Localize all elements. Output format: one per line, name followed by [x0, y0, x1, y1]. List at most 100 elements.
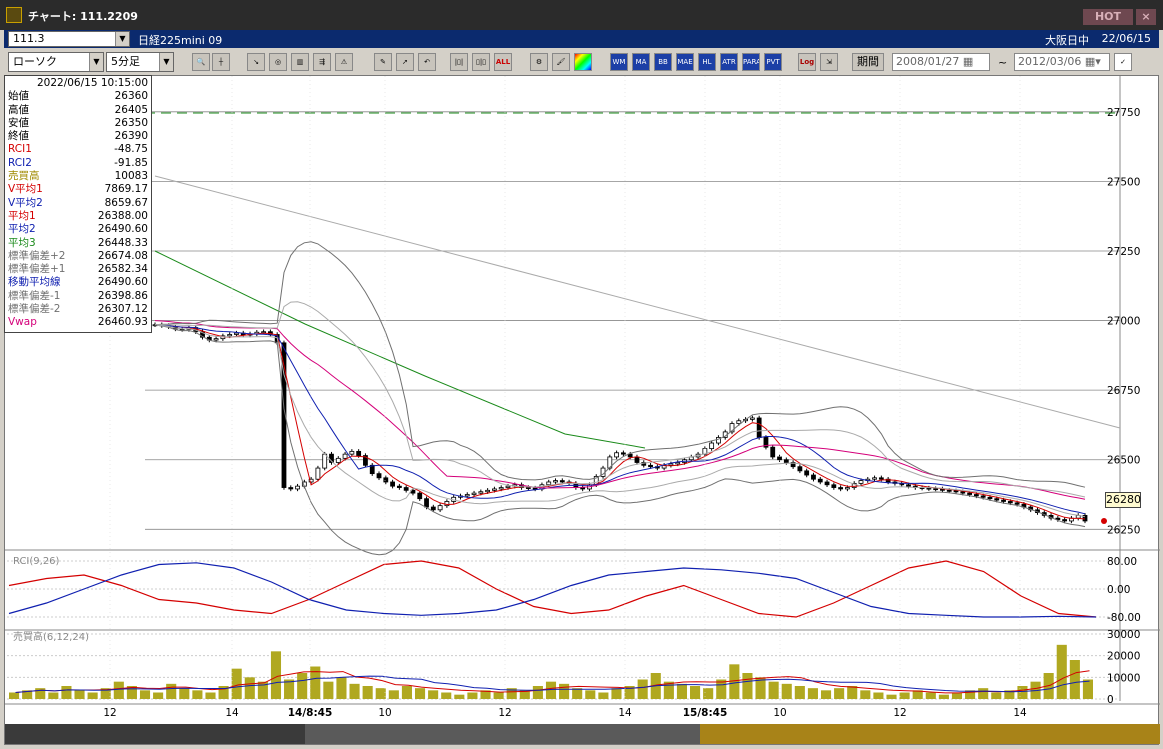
info-value: 26405 [114, 103, 148, 116]
info-row: 標準偏差-2 26307.12 [8, 303, 148, 316]
volume-bar [559, 683, 570, 699]
volume-bar [270, 651, 282, 699]
all-button[interactable]: ALL [494, 53, 512, 71]
ma-button[interactable]: MA [632, 53, 650, 71]
candle [749, 417, 755, 420]
candle [342, 453, 348, 459]
wm-button[interactable]: WM [610, 53, 628, 71]
time-tick-label: 10 [773, 707, 786, 719]
candle [1007, 501, 1013, 504]
pvt-button[interactable]: PVT [764, 53, 782, 71]
volume-bar [336, 677, 347, 699]
interval-select[interactable]: 5分足 ▼ [106, 52, 174, 72]
volume-bar [807, 688, 818, 699]
zoom-icon[interactable]: 🔍 [192, 53, 210, 71]
window-title: チャート: 111.2209 [28, 10, 138, 23]
volume-bar [1017, 686, 1028, 699]
log-button[interactable]: Log [798, 53, 816, 71]
info-value: -91.85 [114, 156, 148, 169]
chart-type-select[interactable]: ローソク ▼ [8, 52, 104, 72]
volume-bar [74, 690, 85, 699]
draw-tool-e-icon[interactable]: ⚠ [335, 53, 353, 71]
volume-bar [454, 694, 465, 699]
hl-button[interactable]: HL [698, 53, 716, 71]
volume-bar [1056, 644, 1067, 699]
undo-icon[interactable]: ↶ [418, 53, 436, 71]
volume-bar [401, 686, 412, 699]
info-value: 26490.60 [97, 223, 148, 236]
separate-b-icon[interactable]: ▯|▯ [472, 53, 490, 71]
info-value: 26490.60 [97, 276, 148, 289]
volume-bar [978, 688, 989, 699]
candle [1014, 502, 1020, 505]
draw-tool-c-icon[interactable]: ▥ [291, 53, 309, 71]
volume-bar [847, 686, 858, 699]
candle [770, 446, 776, 458]
info-row: RCI1 -48.75 [8, 143, 148, 156]
draw-tool-b-icon[interactable]: ◎ [269, 53, 287, 71]
chart-window: チャート: 111.2209 HOT × 111.3 ▼ 日経225mini 0… [0, 0, 1163, 749]
info-label: Vwap [8, 316, 37, 329]
candle [498, 487, 504, 490]
draw-tool-a-icon[interactable]: ↘ [247, 53, 265, 71]
candle [634, 456, 640, 463]
separate-a-icon[interactable]: |▯| [450, 53, 468, 71]
date-from-input[interactable]: 2008/01/27 ▦ [892, 53, 990, 71]
volume-bar [794, 686, 805, 699]
volume-bar [9, 692, 20, 699]
ma2-line [154, 324, 1086, 515]
cursor-icon[interactable]: ┼ [212, 53, 230, 71]
chevron-down-icon[interactable]: ▼ [159, 53, 173, 71]
candle [424, 498, 429, 508]
header-date: 22/06/15 [1101, 32, 1151, 45]
info-row: 平均1 26388.00 [8, 210, 148, 223]
candle [1062, 519, 1068, 522]
mae-button[interactable]: MAE [676, 53, 694, 71]
para-button[interactable]: PARA [742, 53, 760, 71]
volume-bar [729, 664, 740, 699]
draw-tool-d-icon[interactable]: ⇶ [313, 53, 331, 71]
bb-upper2-line [154, 241, 1086, 488]
candle [709, 442, 715, 449]
chevron-down-icon[interactable]: ▼ [89, 53, 103, 71]
palette-icon[interactable] [574, 53, 592, 71]
bb-button[interactable]: BB [654, 53, 672, 71]
volume-bar [585, 690, 596, 699]
bb-upper1-line [155, 301, 1086, 498]
candle [335, 457, 341, 463]
gear-icon[interactable]: ⚙ [530, 53, 548, 71]
export-icon[interactable]: ⇲ [820, 53, 838, 71]
chart-area[interactable]: 27750 27500 27250 27000 26750 26500 26250 80.00… [4, 75, 1160, 746]
pen-icon[interactable]: ✎ [374, 53, 392, 71]
volume-bar [532, 686, 543, 699]
period-button[interactable]: 期間 [852, 53, 884, 71]
volume-tick-label: 30000 [1107, 629, 1140, 641]
info-label: 売買高 [8, 170, 40, 183]
candle [430, 506, 436, 511]
date-to-input[interactable]: 2012/03/06 ▦▾ [1014, 53, 1110, 71]
candle [227, 334, 233, 337]
chevron-down-icon[interactable]: ▼ [115, 32, 129, 46]
arrow-icon[interactable]: ➚ [396, 53, 414, 71]
close-icon[interactable]: × [1136, 9, 1156, 25]
checkbox-apply[interactable]: ✓ [1114, 53, 1132, 71]
chart-canvas[interactable]: 2775027500272502700026750265002625080.00… [5, 76, 1160, 746]
volume-bar [781, 683, 792, 699]
volume-bar [637, 679, 648, 699]
info-row: 終値 26390 [8, 130, 148, 143]
info-label: 平均3 [8, 236, 36, 249]
time-tick-label: 12 [893, 707, 906, 719]
candle [464, 494, 470, 497]
atr-button[interactable]: ATR [720, 53, 738, 71]
code-input[interactable]: 111.3 ▼ [8, 31, 130, 47]
info-label: V平均1 [8, 183, 43, 196]
brush-icon[interactable]: 🖌 [552, 53, 570, 71]
info-row: V平均1 7869.17 [8, 183, 148, 196]
date-range-separator: ~ [998, 56, 1008, 69]
candle [817, 478, 823, 483]
volume-bar [244, 677, 255, 699]
volume-bar [166, 683, 177, 699]
info-value: 26390 [114, 130, 148, 143]
hot-button[interactable]: HOT [1083, 9, 1133, 25]
instrument-name: 日経225mini 09 [138, 34, 223, 47]
